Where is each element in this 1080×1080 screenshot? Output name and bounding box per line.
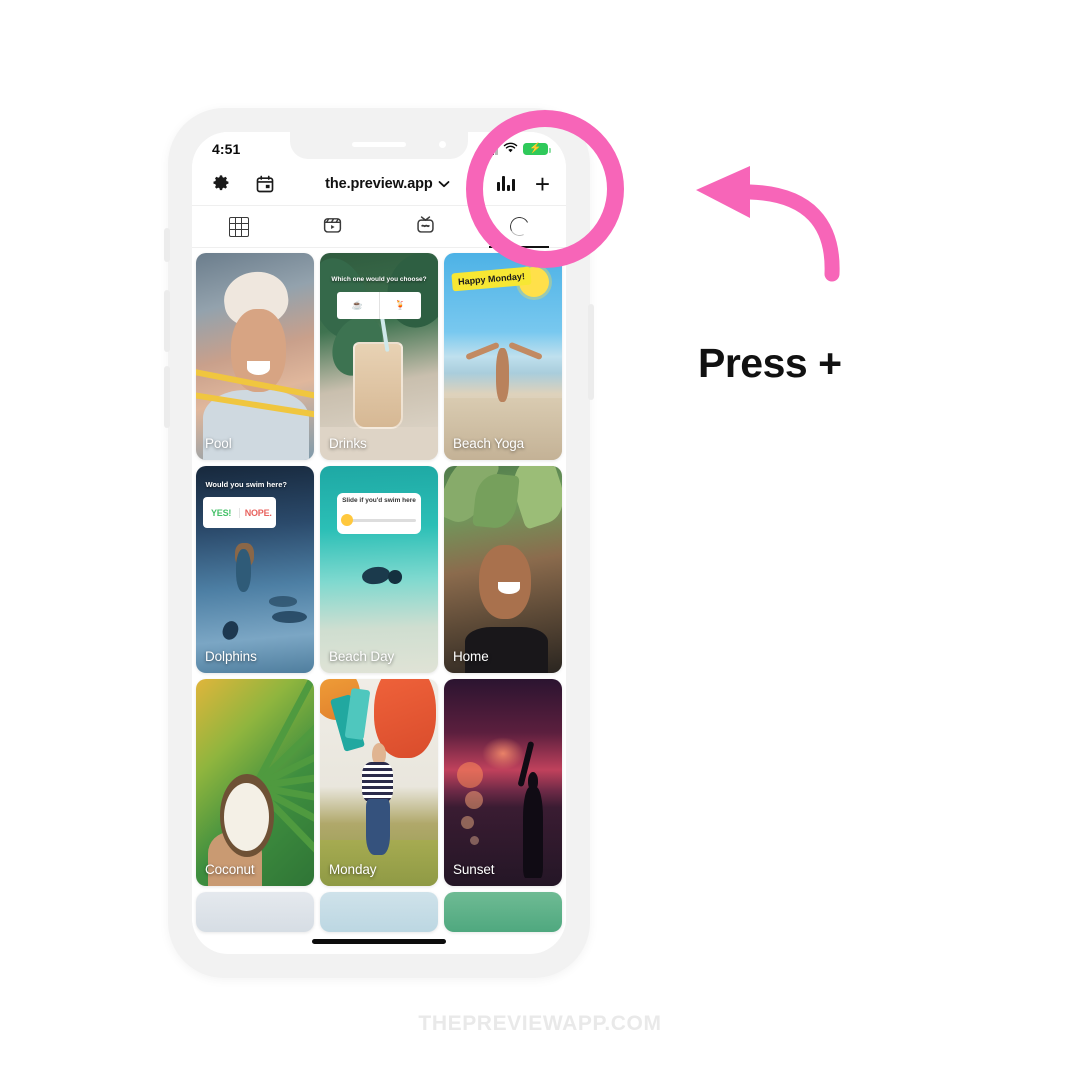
bar-chart-icon[interactable] xyxy=(496,176,515,191)
tab-bar xyxy=(192,206,566,248)
gear-icon[interactable] xyxy=(208,171,234,197)
grid-post-partial[interactable] xyxy=(444,892,562,932)
post-label: Dolphins xyxy=(205,649,257,664)
grid-post[interactable]: Coconut xyxy=(196,679,314,886)
post-image: Slide if you'd swim here xyxy=(320,466,438,673)
silent-switch-button[interactable] xyxy=(164,228,170,262)
grid-post[interactable]: Happy Monday! Beach Yoga xyxy=(444,253,562,460)
status-icons: ⚡ xyxy=(481,140,551,158)
grid-post[interactable]: Would you swim here? YES! NOPE. Dolphins xyxy=(196,466,314,673)
tab-loading[interactable] xyxy=(473,206,567,248)
post-image: Happy Monday! xyxy=(444,253,562,460)
grid-post-partial[interactable] xyxy=(196,892,314,932)
cellular-signal-icon xyxy=(481,143,498,155)
wifi-icon xyxy=(503,140,518,158)
slider-sticker-text: Slide if you'd swim here xyxy=(342,496,416,504)
home-indicator[interactable] xyxy=(312,939,446,944)
grid-post[interactable]: Monday xyxy=(320,679,438,886)
post-label: Home xyxy=(453,649,489,664)
poll-option-no: NOPE. xyxy=(244,507,272,518)
post-image: Which one would you choose? ☕ 🍹 xyxy=(320,253,438,460)
post-label: Sunset xyxy=(453,862,495,877)
watermark: THEPREVIEWAPP.COM xyxy=(418,1012,662,1035)
tab-igtv[interactable] xyxy=(379,206,473,247)
post-grid: Pool Which one would you choose? ☕ 🍹 Dri… xyxy=(192,248,566,932)
app-header: the.preview.app + xyxy=(192,162,566,206)
grid-post[interactable]: Pool xyxy=(196,253,314,460)
poll-sticker-question: Which one would you choose? xyxy=(331,275,427,283)
tab-grid[interactable] xyxy=(192,206,286,247)
calendar-icon[interactable] xyxy=(252,171,278,197)
post-image xyxy=(320,892,438,932)
volume-down-button[interactable] xyxy=(164,366,170,428)
curved-arrow-left-icon xyxy=(684,152,854,287)
notch xyxy=(290,132,468,159)
post-image xyxy=(196,679,314,886)
post-image xyxy=(444,892,562,932)
post-label: Beach Day xyxy=(329,649,395,664)
grid-post[interactable]: Slide if you'd swim here Beach Day xyxy=(320,466,438,673)
poll-sticker-question: Would you swim here? xyxy=(205,480,287,490)
post-label: Drinks xyxy=(329,436,367,451)
front-camera xyxy=(439,141,446,148)
battery-charging-icon: ⚡ xyxy=(523,143,551,155)
tab-reels[interactable] xyxy=(286,206,380,247)
post-image: Would you swim here? YES! NOPE. xyxy=(196,466,314,673)
chevron-down-icon xyxy=(438,175,450,193)
charging-bolt-icon: ⚡ xyxy=(529,143,542,154)
phone-screen: 4:51 ⚡ the.preview.app + Pool Which one … xyxy=(192,132,566,954)
grid-post[interactable]: Sunset xyxy=(444,679,562,886)
spinner-icon xyxy=(507,214,532,239)
power-button[interactable] xyxy=(588,304,594,400)
account-switcher[interactable]: the.preview.app xyxy=(278,175,497,193)
reels-icon xyxy=(322,214,343,240)
plus-icon[interactable]: + xyxy=(535,171,550,197)
poll-option-yes: YES! xyxy=(203,507,241,518)
phone-frame: 4:51 ⚡ the.preview.app + Pool Which one … xyxy=(164,108,594,978)
post-image xyxy=(444,679,562,886)
account-name: the.preview.app xyxy=(325,175,433,192)
status-time: 4:51 xyxy=(212,141,241,157)
post-image xyxy=(444,466,562,673)
post-label: Beach Yoga xyxy=(453,436,525,451)
earpiece-speaker xyxy=(352,142,406,147)
screenshot-canvas: 4:51 ⚡ the.preview.app + Pool Which one … xyxy=(0,0,1080,1080)
slider-emoji-icon xyxy=(340,514,353,527)
post-image xyxy=(196,253,314,460)
post-label: Monday xyxy=(329,862,377,877)
grid-post-partial[interactable] xyxy=(320,892,438,932)
volume-up-button[interactable] xyxy=(164,290,170,352)
header-actions: + xyxy=(496,171,550,197)
post-label: Pool xyxy=(205,436,232,451)
slider-sticker: Slide if you'd swim here xyxy=(336,492,422,535)
post-image xyxy=(320,679,438,886)
post-label: Coconut xyxy=(205,862,255,877)
grid-icon xyxy=(228,216,249,237)
grid-post[interactable]: Which one would you choose? ☕ 🍹 Drinks xyxy=(320,253,438,460)
grid-post[interactable]: Home xyxy=(444,466,562,673)
igtv-icon xyxy=(415,214,436,240)
instruction-text: Press + xyxy=(698,340,842,386)
post-image xyxy=(196,892,314,932)
